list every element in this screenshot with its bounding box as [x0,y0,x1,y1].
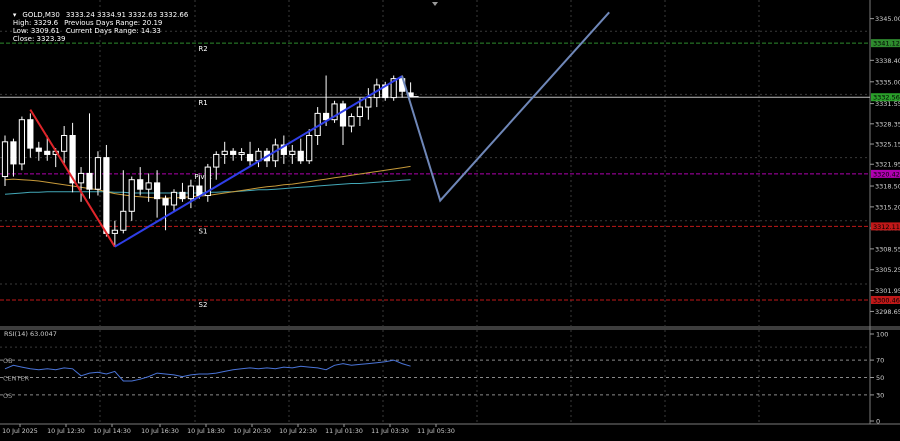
rsi-tick-label: 30 [876,391,884,399]
price-tick-label: 3318.50 [875,183,900,191]
candle-body-bull [120,210,127,231]
level-price-value-r1: 3332.56 [873,94,900,102]
chart-svg[interactable]: 3345.003338.403335.003331.553328.353325.… [0,0,900,437]
level-price-value-s1: 3312.11 [873,223,900,231]
level-price-value-s2: 3300.46 [873,296,900,304]
candle-body-bull [145,182,152,190]
cur-range-text: Current Days Range: 14.33 [65,27,161,35]
rsi-tick-label: 0 [876,418,880,426]
candle-body-bull [221,150,228,155]
time-tick-label: 10 Jul 12:30 [47,428,85,435]
price-tick-label: 3305.25 [875,266,900,274]
candle-body-bear [10,141,17,165]
candle-body-bear [339,103,347,127]
chart-root: 3345.00 3338.40 3335.00 3331.55 3328.35 3325.… [0,0,900,437]
candle-body-bull [111,229,118,234]
price-tick-label: 3328.35 [875,120,900,128]
rsi-level-label-os: OS [3,392,12,400]
time-tick-label: 11 Jul 03:30 [371,428,409,435]
level-label-s1: S1 [199,227,208,235]
candle [103,144,110,237]
price-tick-label: 3338.40 [875,57,900,65]
rsi-level-label-center: CENTER [3,375,30,383]
rsi-tick-label: 50 [876,374,884,382]
candle-body-bull [94,157,102,190]
level-label-s2: S2 [199,301,208,309]
price-tick-label: 3321.95 [875,161,900,169]
candle-body-bull [187,185,195,200]
rsi-tick-label: 100 [876,331,888,339]
candle-body-bear [154,182,161,200]
candle-body-bear [27,119,34,149]
time-tick-label: 10 Jul 20:30 [233,428,271,435]
candle-body-bear [35,147,42,152]
rsi-level-label-ob: OB [3,357,13,365]
candle-body-bear [196,185,203,197]
time-tick-label: 10 Jul 2025 [2,428,38,435]
candle-body-bear [230,150,237,155]
level-label-r2: R2 [198,45,207,53]
candle-body-bull [61,134,68,152]
price-tick-label: 3325.15 [875,141,900,149]
candle-body-bear [44,150,51,155]
candle [18,116,25,171]
candle-body-bull [365,97,372,108]
level-label-r1: R1 [198,99,207,107]
candle-body-bull [18,119,25,165]
time-tick-label: 10 Jul 22:30 [279,428,317,435]
time-tick-label: 11 Jul 01:30 [325,428,363,435]
candle-body-bear [86,172,93,190]
time-tick-label: 11 Jul 05:30 [417,428,455,435]
candle-body-bear [297,150,304,162]
candle-body-bull [170,191,178,206]
candle-body-bull [128,179,135,212]
candle-body-bull [1,141,9,178]
time-tick-label: 10 Jul 18:30 [187,428,225,435]
price-tick-label: 3308.55 [875,245,900,253]
candle-body-bull [348,116,355,127]
price-tick-label: 3335.00 [875,78,900,86]
candle-body-bear [162,198,169,206]
rsi-tick-label: 70 [876,357,884,365]
candle-body-bear [137,179,144,190]
price-tick-label: 3298.65 [875,308,900,316]
candle-body-bear [323,112,330,121]
info-line-4: Close: 3323.39 [4,27,72,51]
candle [94,151,102,196]
candle-body-bull [289,150,296,155]
candle-body-bear [103,157,110,234]
price-tick-label: 3301.95 [875,287,900,295]
candle [331,100,338,123]
level-price-value-r2: 3341.12 [873,40,900,48]
time-tick-label: 10 Jul 14:30 [93,428,131,435]
rsi-title: RSI(14) 63.0047 [4,330,57,338]
time-tick-label: 10 Jul 16:30 [141,428,179,435]
candle-body-bull [306,134,313,162]
price-tick-label: 3315.20 [875,203,900,211]
candle-body-bear [179,191,186,200]
candle-body-bull [77,172,85,184]
candle-body-bear [246,153,254,162]
candle-body-bull [356,106,363,118]
price-tick-label: 3345.00 [875,15,900,23]
level-price-value-pivot: 3320.42 [873,170,900,178]
candle-body-bull [238,152,245,155]
chart-background [0,0,900,437]
candle-body-bull [213,153,220,168]
close-text: Close: 3323.39 [12,35,66,43]
